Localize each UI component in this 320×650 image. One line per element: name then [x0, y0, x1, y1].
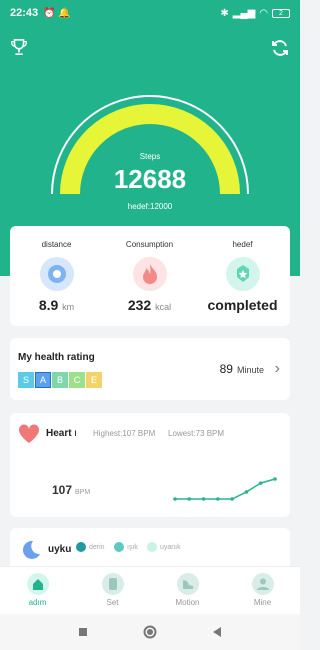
- sleep-title: uyku: [48, 544, 72, 555]
- alarm-icon: ⏰ 🔔: [43, 7, 71, 19]
- moon-icon: [22, 540, 40, 559]
- heart-rate-point: [201, 497, 206, 501]
- awake-dot: [147, 542, 157, 552]
- home-icon: [26, 573, 49, 595]
- steps-value: 12688: [113, 164, 187, 194]
- tab-motion-label: Motion: [175, 598, 200, 607]
- distance-label: distance: [41, 240, 72, 249]
- legend-light-label: ışık: [127, 543, 138, 551]
- heart-rate-point: [187, 497, 192, 501]
- grade-a: A: [35, 372, 51, 388]
- back-icon[interactable]: [212, 626, 222, 638]
- grade-scale: S A B C E: [18, 372, 102, 388]
- heart-bpm-unit: BPM: [75, 489, 91, 496]
- recents-icon[interactable]: [78, 627, 88, 637]
- goal-stat[interactable]: hedef completed: [196, 226, 289, 313]
- consumption-label: Consumption: [125, 240, 174, 249]
- consumption-value: 232: [127, 297, 152, 313]
- light-dot: [114, 542, 124, 552]
- tab-motion[interactable]: Motion: [150, 567, 225, 614]
- signal-icon: ▂▄▆: [232, 7, 256, 19]
- tab-set-label: Set: [106, 598, 119, 607]
- legend-deep: derin: [76, 542, 105, 552]
- heart-rate-point: [273, 477, 277, 481]
- watch-icon: [101, 573, 124, 595]
- legend-light: ışık: [114, 542, 138, 552]
- consumption-value-row: 232 kcal: [103, 297, 196, 313]
- chevron-right-icon[interactable]: ›: [275, 360, 280, 378]
- tab-mine[interactable]: Mine: [225, 567, 300, 614]
- wifi-icon: ◠: [259, 7, 268, 19]
- heart-rate-point: [173, 497, 177, 501]
- distance-unit: km: [62, 302, 75, 312]
- heart-rate-point: [258, 481, 263, 485]
- legend-awake-label: uyanık: [160, 543, 181, 551]
- tab-set[interactable]: Set: [75, 567, 150, 614]
- system-nav-bar: [0, 614, 300, 650]
- shoe-icon: [176, 573, 199, 595]
- profile-icon: [251, 573, 274, 595]
- tab-steps[interactable]: adım: [0, 567, 75, 614]
- distance-stat[interactable]: distance 8.9 km: [10, 226, 103, 313]
- distance-value-row: 8.9 km: [10, 297, 103, 313]
- distance-icon: [39, 257, 74, 291]
- distance-value: 8.9: [38, 297, 59, 313]
- health-rating-title: My health rating: [18, 352, 95, 363]
- status-bar: 22:43 ⏰ 🔔 ✱ ▂▄▆ ◠ 2: [0, 0, 300, 26]
- heart-bpm-value: 107: [52, 483, 73, 497]
- flame-icon: [132, 257, 167, 291]
- tab-steps-label: adım: [28, 598, 47, 607]
- goal-star-icon: [225, 257, 260, 291]
- bluetooth-icon: ✱: [220, 7, 229, 19]
- battery-icon: 2: [272, 8, 290, 18]
- steps-goal: hedef:12000: [127, 202, 173, 211]
- bottom-tab-bar: adım Set Motion Mine: [0, 566, 300, 614]
- minutes-unit: Minute: [236, 365, 264, 375]
- heart-rate-title: Heart rate: [46, 428, 76, 439]
- heart-rate-card[interactable]: Heart rate Highest:107 BPM Lowest:73 BPM…: [10, 413, 290, 517]
- daily-stats-card: distance 8.9 km Consumption 232 kcal hed…: [10, 226, 290, 326]
- grade-b: B: [52, 372, 68, 388]
- heart-rate-point: [230, 497, 234, 501]
- minutes-value: 89: [219, 362, 233, 376]
- tab-mine-label: Mine: [253, 598, 272, 607]
- grade-s: S: [18, 372, 34, 388]
- heart-bpm: 107 BPM: [52, 483, 90, 497]
- legend-deep-label: derin: [89, 543, 105, 551]
- goal-label: hedef: [232, 240, 253, 249]
- heart-highest: Highest:107 BPM: [93, 429, 156, 438]
- steps-gauge: [51, 95, 249, 195]
- heart-rate-point: [244, 490, 249, 494]
- heart-icon: [18, 424, 40, 443]
- status-right: ✱ ▂▄▆ ◠ 2: [220, 8, 290, 19]
- status-time: 22:43: [10, 7, 39, 19]
- goal-value: completed: [207, 297, 278, 313]
- grade-e: E: [86, 372, 102, 388]
- heart-lowest: Lowest:73 BPM: [168, 429, 225, 438]
- legend-awake: uyanık: [147, 542, 181, 552]
- health-minutes: 89 Minute: [220, 362, 264, 376]
- steps-label: Steps: [139, 152, 161, 161]
- consumption-unit: kcal: [155, 302, 172, 312]
- heart-rate-chart: [173, 477, 277, 501]
- deep-dot: [76, 542, 86, 552]
- heart-rate-point: [216, 497, 220, 501]
- grade-c: C: [69, 372, 85, 388]
- health-rating-card[interactable]: My health rating S A B C E 89 Minute ›: [10, 338, 290, 400]
- consumption-stat[interactable]: Consumption 232 kcal: [103, 226, 196, 313]
- home-button-icon[interactable]: [143, 625, 157, 639]
